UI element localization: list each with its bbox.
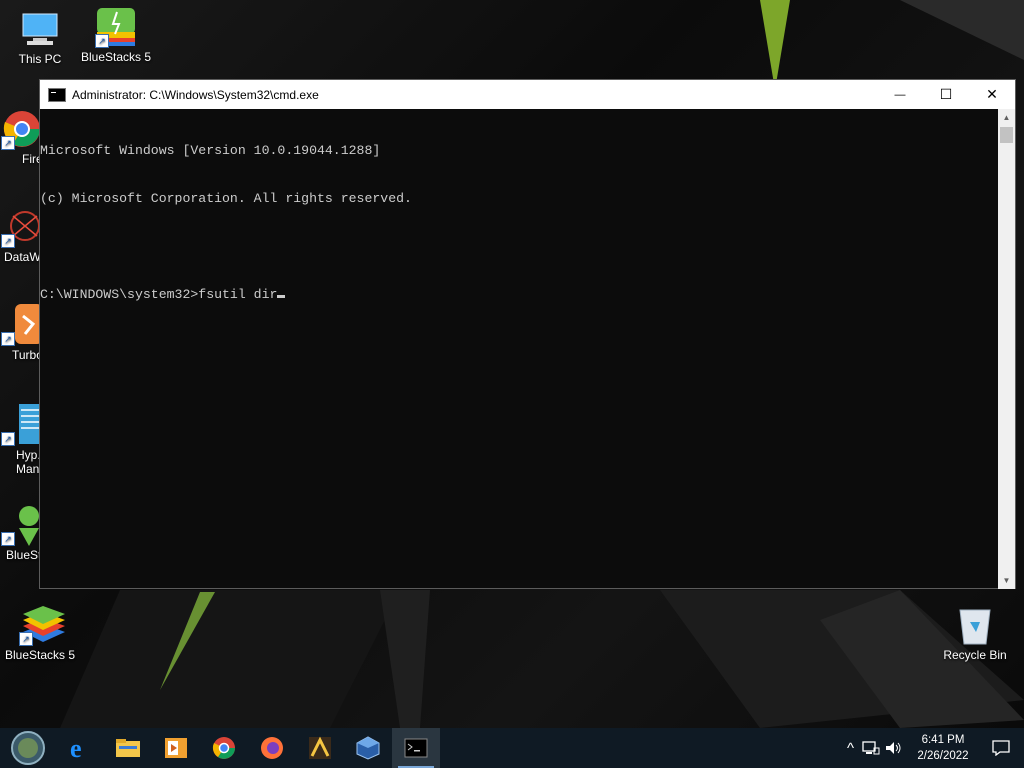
close-icon: ✕: [986, 86, 998, 102]
volume-icon[interactable]: [884, 740, 902, 756]
network-icon[interactable]: [862, 740, 880, 756]
shortcut-arrow-icon: ↗: [19, 632, 33, 646]
app-icon: [309, 736, 331, 759]
console-output[interactable]: Microsoft Windows [Version 10.0.19044.12…: [40, 109, 998, 589]
chrome-icon: [212, 737, 235, 759]
bluestacks-multi-icon: ↗: [95, 6, 137, 48]
maximize-button[interactable]: ☐: [923, 80, 969, 109]
recycle-bin-icon: [954, 604, 996, 646]
start-orb-icon: [11, 731, 45, 765]
notification-icon: [992, 740, 1010, 756]
taskbar-media-player[interactable]: [152, 728, 200, 768]
shortcut-arrow-icon: ↗: [1, 432, 15, 446]
cmd-window[interactable]: Administrator: C:\Windows\System32\cmd.e…: [39, 79, 1016, 589]
window-title: Administrator: C:\Windows\System32\cmd.e…: [72, 87, 319, 102]
taskbar-file-explorer[interactable]: [104, 728, 152, 768]
datawrangler-icon: ↗: [1, 206, 43, 248]
taskbar-firefox[interactable]: [248, 728, 296, 768]
taskbar: e ^ 6:41 PM 2/26/2022: [0, 728, 1024, 768]
desktop-icon-label: BlueStacks 5 Multi-Inst...: [80, 50, 152, 64]
clock[interactable]: 6:41 PM 2/26/2022: [908, 732, 978, 764]
virtualbox-icon: [356, 736, 380, 760]
maximize-icon: ☐: [939, 86, 953, 102]
shortcut-arrow-icon: ↗: [95, 34, 109, 48]
taskbar-cmd[interactable]: [392, 728, 440, 768]
cmd-icon: [48, 87, 66, 102]
start-button[interactable]: [0, 728, 56, 768]
bluestacks-x-icon: ↗: [1, 504, 43, 546]
clock-date: 2/26/2022: [917, 750, 969, 762]
hyperv-manager-icon: ↗: [1, 404, 43, 446]
taskbar-ie[interactable]: e: [56, 728, 104, 768]
text-cursor: [277, 295, 286, 298]
shortcut-arrow-icon: ↗: [1, 234, 15, 248]
minimize-icon: —: [894, 88, 906, 101]
console-line: (c) Microsoft Corporation. All rights re…: [40, 191, 412, 206]
turbo-icon: ↗: [1, 304, 43, 346]
ie-icon: e: [70, 735, 82, 761]
clock-time: 6:41 PM: [921, 734, 965, 746]
notification-center-button[interactable]: [978, 728, 1024, 768]
svg-text:e: e: [70, 735, 82, 761]
folder-icon: [116, 739, 140, 757]
desktop-icon-label: Recycle Bin: [943, 648, 1007, 662]
scroll-thumb[interactable]: [1000, 127, 1013, 143]
show-hidden-icons-chevron-icon[interactable]: ^: [847, 740, 854, 757]
shortcut-arrow-icon: ↗: [1, 136, 15, 150]
taskbar-virtualbox[interactable]: [344, 728, 392, 768]
title-bar[interactable]: Administrator: C:\Windows\System32\cmd.e…: [40, 80, 1015, 109]
system-tray: ^ 6:41 PM 2/26/2022: [847, 728, 1024, 768]
shortcut-arrow-icon: ↗: [1, 532, 15, 546]
console-prompt-text: C:\WINDOWS\system32>fsutil dir: [40, 287, 278, 302]
desktop-icon-label: BlueStacks 5: [4, 648, 76, 662]
close-button[interactable]: ✕: [969, 80, 1015, 109]
shortcut-arrow-icon: ↗: [1, 332, 15, 346]
vertical-scrollbar[interactable]: ▲ ▼: [998, 109, 1015, 589]
taskbar-app[interactable]: [296, 728, 344, 768]
taskbar-chrome[interactable]: [200, 728, 248, 768]
desktop-icon-label: This PC: [18, 52, 62, 66]
console-line-prompt: C:\WINDOWS\system32>fsutil dir: [40, 287, 998, 303]
media-icon: [165, 738, 187, 758]
firefox-icon: [261, 737, 283, 759]
desktop-icon-this-pc[interactable]: This PC: [0, 8, 80, 66]
scroll-up-icon[interactable]: ▲: [998, 109, 1015, 126]
scroll-down-icon[interactable]: ▼: [998, 572, 1015, 589]
desktop-icon-recycle-bin[interactable]: Recycle Bin: [935, 604, 1015, 662]
console-line: Microsoft Windows [Version 10.0.19044.12…: [40, 143, 381, 158]
computer-icon: [19, 8, 61, 50]
desktop-icon-bluestacks-multi[interactable]: ↗ BlueStacks 5 Multi-Inst...: [76, 6, 156, 64]
minimize-button[interactable]: —: [877, 80, 923, 109]
bluestacks-icon: ↗: [19, 604, 65, 646]
chrome-icon: ↗: [1, 108, 43, 150]
desktop-icon-bluestacks-5[interactable]: ↗ BlueStacks 5: [0, 604, 80, 662]
cmd-icon: [404, 738, 428, 758]
